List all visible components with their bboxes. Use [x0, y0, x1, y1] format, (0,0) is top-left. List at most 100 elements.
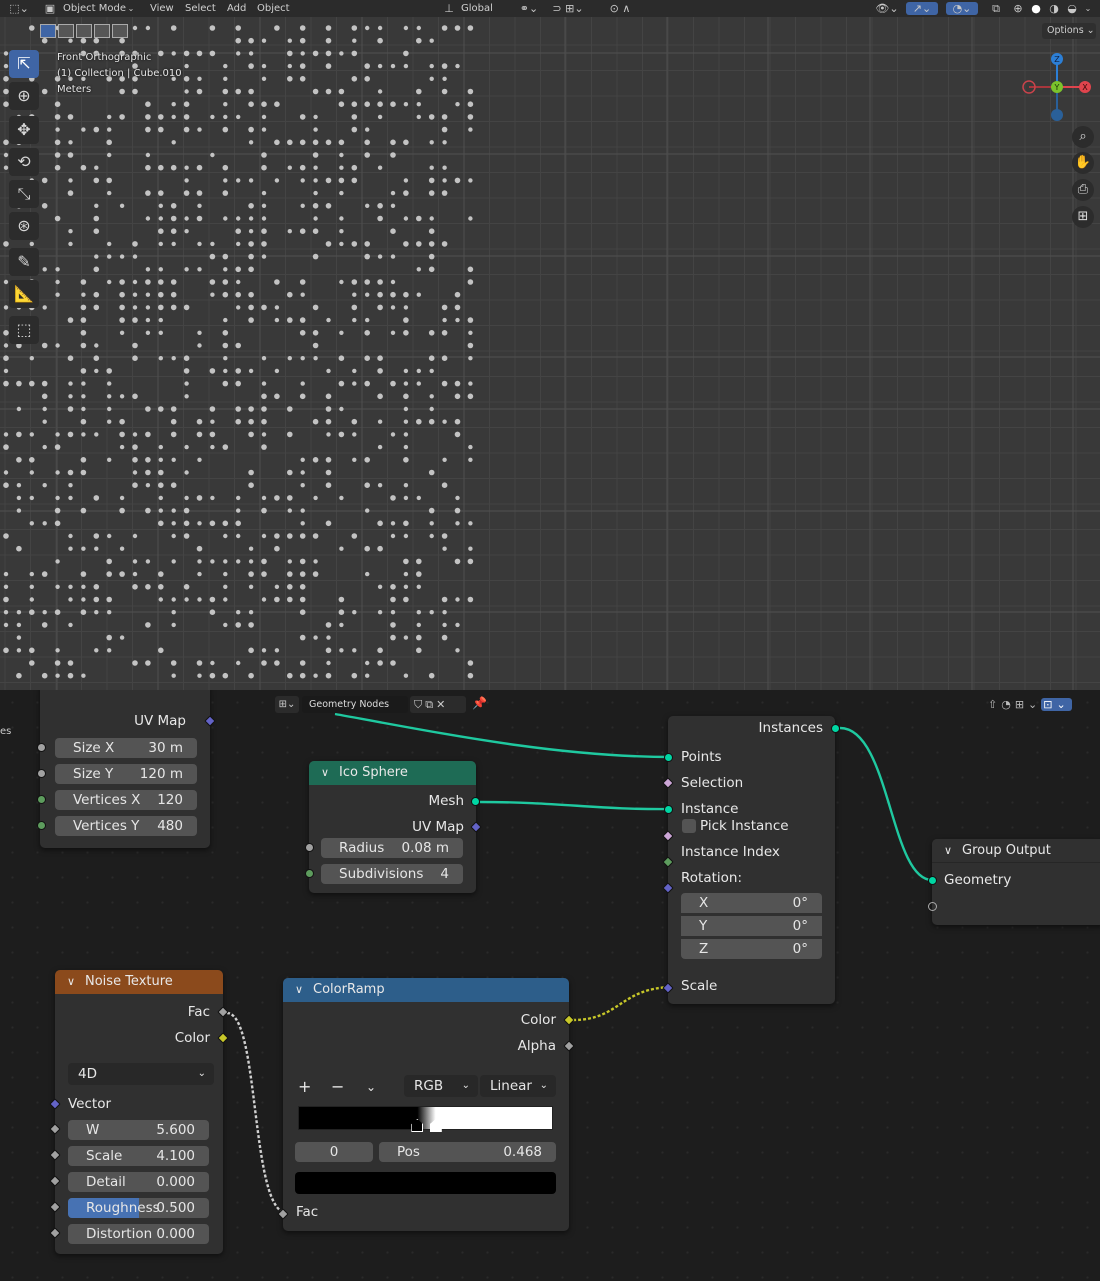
ico-sphere-node[interactable]: ∨ Ico Sphere Mesh UV Map Radius 0.08 m Su… — [305, 761, 482, 893]
noise-fac-output-socket[interactable] — [217, 1006, 229, 1018]
remove-stop-button[interactable]: − — [331, 1076, 344, 1098]
grid-uvmap-socket[interactable] — [204, 715, 216, 727]
w-field[interactable]: W 5.600 — [68, 1120, 209, 1140]
navigation-gizmo[interactable]: Z X Y — [1018, 50, 1098, 122]
fac-to-fac-link[interactable] — [226, 1011, 288, 1215]
radius-socket[interactable] — [305, 843, 314, 852]
parent-node-tree-icon[interactable]: ⇧ — [988, 698, 1001, 711]
unlink-icon[interactable]: ✕ — [436, 698, 448, 711]
stop-position-field[interactable]: Pos 0.468 — [379, 1142, 556, 1162]
points-link[interactable] — [334, 712, 673, 759]
roughness-input-socket[interactable] — [49, 1201, 61, 1213]
ramp-menu-chevron-icon[interactable]: ⌄ — [366, 1076, 376, 1098]
w-input-socket[interactable] — [49, 1123, 61, 1135]
ramp-color-output-socket[interactable] — [563, 1014, 575, 1026]
proportional-edit-icon[interactable]: ⊙ ∧ — [602, 2, 638, 15]
collapse-chevron-icon[interactable]: ∨ — [295, 978, 303, 1002]
orientation-dropdown[interactable]: Global — [461, 0, 493, 17]
color-mode-dropdown[interactable]: RGB ⌄ — [404, 1075, 478, 1097]
snap-icon[interactable]: ⊃ ⊞⌄ — [548, 2, 588, 15]
active-stop-index-field[interactable]: 0 — [295, 1142, 373, 1162]
fake-user-icon[interactable]: ⛉ — [414, 698, 425, 711]
mode-dropdown[interactable]: Object Mode — [63, 0, 126, 17]
select-extend-button[interactable] — [58, 24, 74, 38]
instances-to-output-link[interactable] — [839, 726, 933, 882]
view-toggle-icon[interactable]: ⊡⌄ — [1041, 698, 1072, 711]
select-new-button[interactable] — [40, 24, 56, 38]
select-intersect-button[interactable] — [112, 24, 128, 38]
noise-texture-header[interactable]: ∨ Noise Texture — [55, 970, 223, 994]
ortho-toggle-button[interactable]: ⊞ — [1072, 206, 1094, 228]
menu-view[interactable]: View — [150, 0, 174, 17]
gizmo-toggle-icon[interactable]: ↗⌄ — [906, 2, 938, 15]
vertices-y-socket[interactable] — [37, 821, 46, 830]
editor-type-icon[interactable]: ⬚⌄ — [8, 2, 30, 15]
size-y-socket[interactable] — [37, 769, 46, 778]
interpolation-dropdown[interactable]: Linear ⌄ — [480, 1075, 556, 1097]
instances-output-socket[interactable] — [831, 724, 840, 733]
distortion-input-socket[interactable] — [49, 1227, 61, 1239]
size-y-field[interactable]: Size Y 120 m — [55, 764, 197, 784]
move-tool[interactable]: ✥ — [9, 116, 39, 144]
vertices-x-field[interactable]: Vertices X 120 — [55, 790, 197, 810]
color-ramp-node[interactable]: ∨ ColorRamp Color Alpha + − ⌄ RGB ⌄ Linea… — [277, 978, 575, 1231]
duplicate-icon[interactable]: ⧉ — [425, 698, 436, 711]
select-box-tool[interactable]: ⇱ — [9, 50, 39, 78]
detail-field[interactable]: Detail 0.000 — [68, 1172, 209, 1192]
color-to-scale-link[interactable] — [572, 985, 673, 1022]
mesh-to-instance-link[interactable] — [479, 800, 673, 811]
dimension-dropdown[interactable]: 4D ⌄ — [68, 1063, 214, 1085]
annotate-tool[interactable]: ✎ — [9, 248, 39, 276]
3d-viewport[interactable]: ⬚⌄ ▣ Object Mode ⌄ View Select Add Objec… — [0, 0, 1100, 690]
color-ramp-gradient[interactable] — [298, 1106, 553, 1130]
xray-icon[interactable]: ⧉ — [988, 2, 1004, 15]
instance-input-socket[interactable] — [664, 805, 673, 814]
add-cube-tool[interactable]: ⬚ — [9, 316, 39, 344]
color-ramp-header[interactable]: ∨ ColorRamp — [283, 978, 569, 1002]
pivot-point-icon[interactable]: ⚭⌄ — [516, 2, 542, 15]
scale-input-socket[interactable] — [49, 1149, 61, 1161]
overlay-toggle-icon[interactable]: ◔⌄ — [946, 2, 978, 15]
rotation-x-field[interactable]: X 0° — [681, 893, 822, 913]
subdivisions-field[interactable]: Subdivisions 4 — [321, 864, 463, 884]
rendered-shading-icon[interactable]: ◒ — [1064, 2, 1080, 15]
pan-button[interactable]: ✋ — [1072, 152, 1094, 174]
zoom-button[interactable]: ⌕ — [1072, 126, 1094, 148]
vertices-y-field[interactable]: Vertices Y 480 — [55, 816, 197, 836]
visibility-icon[interactable]: 👁⌄ — [874, 2, 900, 15]
rotation-y-field[interactable]: Y 0° — [681, 916, 822, 936]
distortion-field[interactable]: Distortion 0.000 — [68, 1224, 209, 1244]
ramp-alpha-output-socket[interactable] — [563, 1040, 575, 1052]
camera-view-button[interactable]: ⎙ — [1072, 179, 1094, 201]
scale-input-socket[interactable] — [662, 982, 674, 994]
pin-icon[interactable]: 📌 — [472, 696, 487, 710]
size-x-field[interactable]: Size X 30 m — [55, 738, 197, 758]
ico-sphere-header[interactable]: ∨ Ico Sphere — [309, 761, 476, 785]
size-x-socket[interactable] — [37, 743, 46, 752]
menu-select[interactable]: Select — [185, 0, 216, 17]
stop-color-swatch[interactable] — [295, 1172, 556, 1194]
transform-tool[interactable]: ⊛ — [9, 212, 39, 240]
points-input-socket[interactable] — [664, 753, 673, 762]
node-tree-name-field[interactable]: Geometry Nodes — [302, 696, 408, 713]
select-subtract-button[interactable] — [76, 24, 92, 38]
rotate-tool[interactable]: ⟲ — [9, 148, 39, 176]
node-tree-type-icon[interactable]: ⊞⌄ — [275, 696, 299, 713]
cursor-tool[interactable]: ⊕ — [9, 82, 39, 110]
measure-tool[interactable]: 📐 — [9, 280, 39, 308]
selection-input-socket[interactable] — [662, 777, 674, 789]
select-invert-button[interactable] — [94, 24, 110, 38]
add-stop-button[interactable]: + — [298, 1076, 311, 1098]
scale-field[interactable]: Scale 4.100 — [68, 1146, 209, 1166]
pick-instance-checkbox[interactable] — [682, 819, 696, 833]
menu-object[interactable]: Object — [257, 0, 290, 17]
pick-instance-socket[interactable] — [662, 830, 674, 842]
group-output-header[interactable]: ∨ Group Output — [932, 839, 1100, 863]
noise-color-output-socket[interactable] — [217, 1032, 229, 1044]
noise-texture-node[interactable]: ∨ Noise Texture Fac Color 4D ⌄ Vector W 5.… — [49, 970, 229, 1254]
collapse-chevron-icon[interactable]: ∨ — [67, 970, 75, 994]
rotation-z-field[interactable]: Z 0° — [681, 939, 822, 959]
roughness-field[interactable]: Roughness 0.500 — [68, 1198, 209, 1218]
overlay-icon[interactable]: ◔⊞⌄ — [1001, 698, 1041, 711]
menu-add[interactable]: Add — [227, 0, 246, 17]
